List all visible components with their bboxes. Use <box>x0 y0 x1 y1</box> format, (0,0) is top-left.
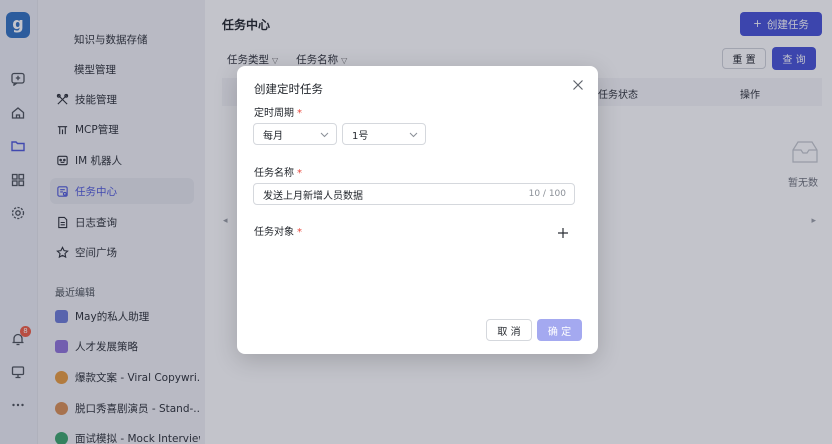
day-select-value: 1号 <box>352 130 369 142</box>
period-select-value: 每月 <box>263 130 283 142</box>
schedule-label: 定时周期 * <box>254 104 302 119</box>
required-mark: * <box>297 227 302 238</box>
cancel-button[interactable]: 取 消 <box>486 319 532 341</box>
char-counter: 10 / 100 <box>528 189 566 199</box>
task-target-label: 任务对象 * <box>254 223 302 238</box>
task-name-value: 发送上月新增人员数据 <box>263 190 363 202</box>
period-select[interactable]: 每月 <box>253 123 337 145</box>
required-mark: * <box>297 168 302 179</box>
chevron-down-icon <box>409 132 418 138</box>
chevron-down-icon <box>320 132 329 138</box>
task-name-label: 任务名称 * <box>254 164 302 179</box>
confirm-button[interactable]: 确 定 <box>537 319 582 341</box>
required-mark: * <box>297 108 302 119</box>
task-target-label-text: 任务对象 <box>254 227 294 238</box>
schedule-label-text: 定时周期 <box>254 108 294 119</box>
task-name-label-text: 任务名称 <box>254 168 294 179</box>
create-scheduled-task-dialog: 创建定时任务 定时周期 * 每月 1号 任务名称 * 发送上月新增人员数据 10 /… <box>237 66 598 354</box>
add-target-plus-icon[interactable] <box>556 226 570 240</box>
task-name-input[interactable]: 发送上月新增人员数据 10 / 100 <box>253 183 575 205</box>
dialog-title: 创建定时任务 <box>254 82 323 96</box>
close-icon[interactable] <box>572 79 584 91</box>
day-select[interactable]: 1号 <box>342 123 426 145</box>
